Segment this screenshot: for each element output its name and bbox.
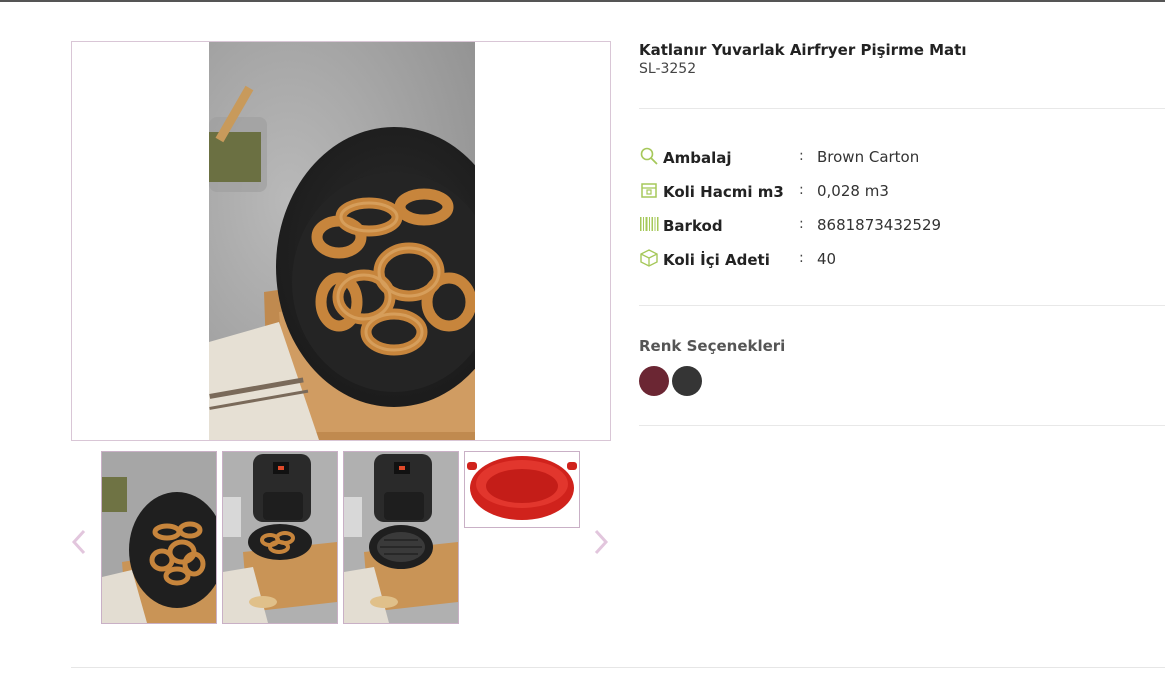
spec-value: 40 bbox=[817, 250, 837, 268]
spec-row-koli-ici-adeti: Koli İçi Adeti : 40 bbox=[639, 248, 1159, 272]
color-options-title: Renk Seçenekleri bbox=[639, 337, 786, 355]
bottom-divider bbox=[71, 667, 1165, 668]
spec-label: Ambalaj bbox=[663, 149, 732, 167]
spec-colon: : bbox=[799, 182, 804, 198]
barcode-icon bbox=[640, 217, 659, 231]
chevron-left-icon[interactable] bbox=[70, 527, 88, 557]
spec-label: Koli Hacmi m3 bbox=[663, 183, 784, 201]
spec-value: Brown Carton bbox=[817, 148, 920, 166]
spec-colon: : bbox=[799, 148, 804, 164]
divider bbox=[639, 425, 1165, 426]
spec-value: 0,028 m3 bbox=[817, 182, 889, 200]
thumbnail-1[interactable] bbox=[101, 451, 217, 624]
spec-row-barkod: Barkod : 8681873432529 bbox=[639, 214, 1159, 238]
spec-label: Barkod bbox=[663, 217, 723, 235]
magnifier-icon bbox=[640, 147, 658, 165]
package-icon bbox=[640, 249, 658, 267]
product-title: Katlanır Yuvarlak Airfryer Pişirme Matı bbox=[639, 41, 967, 59]
color-swatch-siyah[interactable] bbox=[672, 366, 702, 396]
thumbnail-3[interactable] bbox=[343, 451, 459, 624]
top-border bbox=[0, 0, 1165, 2]
product-photo bbox=[209, 42, 475, 440]
spec-colon: : bbox=[799, 216, 804, 232]
thumb-airfryer-empty-image bbox=[344, 452, 458, 623]
spec-row-koli-hacmi: Koli Hacmi m3 : 0,028 m3 bbox=[639, 180, 1159, 204]
divider bbox=[639, 305, 1165, 306]
thumbnail-2[interactable] bbox=[222, 451, 338, 624]
product-code: SL-3252 bbox=[639, 61, 697, 77]
spec-value: 8681873432529 bbox=[817, 216, 942, 234]
divider bbox=[639, 108, 1165, 109]
spec-row-ambalaj: Ambalaj : Brown Carton bbox=[639, 146, 1159, 170]
thumb-red-mat-image bbox=[465, 452, 579, 527]
spec-colon: : bbox=[799, 250, 804, 266]
chevron-right-icon[interactable] bbox=[592, 527, 610, 557]
main-product-image[interactable] bbox=[71, 41, 611, 441]
thumb-onion-rings-image bbox=[102, 452, 216, 623]
color-swatch-bordo[interactable] bbox=[639, 366, 669, 396]
spec-label: Koli İçi Adeti bbox=[663, 251, 770, 269]
thumb-airfryer-rings-image bbox=[223, 452, 337, 623]
box-icon bbox=[641, 183, 657, 198]
thumbnail-4[interactable] bbox=[464, 451, 580, 528]
